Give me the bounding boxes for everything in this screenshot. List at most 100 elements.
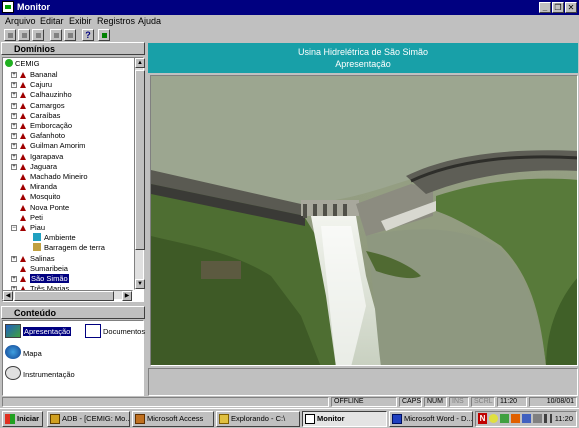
tree-item[interactable]: Peti xyxy=(20,213,43,223)
menu-registros[interactable]: Registros xyxy=(97,16,135,26)
tree-vertical-scrollbar[interactable]: ▲ ▼ xyxy=(134,57,145,290)
volume-icon[interactable] xyxy=(544,414,552,423)
tree-root-label: CEMIG xyxy=(15,59,40,68)
save-icon[interactable] xyxy=(64,29,76,41)
expand-icon[interactable]: + xyxy=(11,102,17,109)
tree-item[interactable]: Nova Ponte xyxy=(20,203,69,213)
tray-app4-icon[interactable] xyxy=(533,414,542,423)
plant-marker-icon xyxy=(20,112,26,119)
database-icon xyxy=(50,414,60,424)
tree-item-label: Guilman Amorim xyxy=(30,141,86,151)
tree-item-label: São Simão xyxy=(30,274,69,283)
tray-app-icon[interactable] xyxy=(489,414,498,423)
content-item-mapa[interactable]: Mapa xyxy=(5,345,65,361)
content-item-label: Apresentação xyxy=(23,327,72,336)
expand-icon[interactable]: + xyxy=(11,123,17,129)
expand-icon[interactable]: + xyxy=(11,255,17,262)
status-bar: OFFLINE CAPS NUM INS SCRL 11:20 10/08/01 xyxy=(0,396,579,408)
domains-tree[interactable]: CEMIG + Bananal + Cajuru + Calhauzinho + Camarg… xyxy=(2,57,144,302)
tree-item[interactable]: Mosquito xyxy=(20,192,60,202)
task-access[interactable]: Microsoft Access xyxy=(132,411,214,427)
scroll-left-icon[interactable]: ◀ xyxy=(3,291,13,301)
paste-icon[interactable] xyxy=(32,29,44,41)
dam-photo xyxy=(150,75,578,366)
expand-icon[interactable]: + xyxy=(11,143,17,150)
menu-exibir[interactable]: Exibir xyxy=(69,16,92,26)
tree-item[interactable]: − Piau xyxy=(11,223,45,233)
system-tray: N 11:20 xyxy=(475,411,577,427)
tree-item-label: Camargos xyxy=(30,100,65,110)
task-adb[interactable]: ADB - [CEMIG: Mo... xyxy=(47,411,130,427)
tree-item[interactable]: + Salinas xyxy=(11,254,55,264)
close-button[interactable]: ✕ xyxy=(565,2,577,13)
expand-icon[interactable]: + xyxy=(11,92,17,99)
tree-item-label: Caraíbas xyxy=(30,110,61,120)
status-date: 10/08/01 xyxy=(529,397,577,407)
tree-child-item[interactable]: Ambiente xyxy=(33,233,76,243)
scroll-thumb[interactable] xyxy=(135,70,145,250)
presentation-icon xyxy=(5,324,21,338)
expand-icon[interactable]: + xyxy=(11,72,17,78)
tree-item[interactable]: + Gafanhoto xyxy=(11,131,65,141)
main-title: Usina Hidrelétrica de São Simão xyxy=(297,47,429,57)
restore-button[interactable]: ❐ xyxy=(552,2,564,13)
task-explorer[interactable]: Explorando - C:\ xyxy=(216,411,300,427)
tree-item[interactable]: Sumaribeia xyxy=(20,264,68,274)
start-button[interactable]: Iniciar xyxy=(2,411,43,427)
open-icon[interactable] xyxy=(50,29,62,41)
tray-app2-icon[interactable] xyxy=(511,414,520,423)
copy-icon[interactable] xyxy=(18,29,30,41)
tree-item[interactable]: Machado Mineiro xyxy=(20,172,88,182)
cut-icon[interactable] xyxy=(4,29,16,41)
tree-item[interactable]: + Emborcação xyxy=(11,121,72,131)
tree-horizontal-scrollbar[interactable]: ◀ ▶ xyxy=(2,290,133,301)
menu-ajuda[interactable]: Ajuda xyxy=(138,16,161,26)
expand-icon[interactable]: + xyxy=(11,276,17,282)
task-monitor[interactable]: Monitor xyxy=(302,411,387,427)
tray-app3-icon[interactable] xyxy=(522,414,531,423)
access-icon xyxy=(135,414,145,424)
expand-icon[interactable]: + xyxy=(11,133,17,140)
expand-icon[interactable]: + xyxy=(11,163,17,170)
tree-item[interactable]: + Jaguara xyxy=(11,162,57,172)
tree-item[interactable]: + Guilman Amorim xyxy=(11,141,86,151)
expand-icon xyxy=(11,266,17,272)
tree-root[interactable]: CEMIG xyxy=(5,59,40,69)
content-item-instrumentacao[interactable]: Instrumentação xyxy=(5,366,85,382)
collapse-icon[interactable]: − xyxy=(11,225,17,231)
menu-arquivo[interactable]: Arquivo xyxy=(5,16,36,26)
tree-item[interactable]: + Calhauzinho xyxy=(11,90,72,100)
exit-icon[interactable] xyxy=(98,29,110,41)
task-label: Microsoft Word - D... xyxy=(404,414,473,423)
tree-item[interactable]: Miranda xyxy=(20,182,57,192)
contents-list[interactable]: Apresentação Documentos Mapa Instrumenta… xyxy=(2,320,145,396)
scroll-up-icon[interactable]: ▲ xyxy=(135,58,145,68)
menu-editar[interactable]: Editar xyxy=(40,16,64,26)
tree-item[interactable]: + Camargos xyxy=(11,100,65,111)
tree-child-item[interactable]: Barragem de terra xyxy=(33,243,105,253)
help-icon[interactable]: ? xyxy=(82,29,94,41)
tree-item[interactable]: + Bananal xyxy=(11,70,58,80)
monitor-app-icon[interactable] xyxy=(2,1,14,13)
expand-icon[interactable]: + xyxy=(11,153,17,160)
expand-icon[interactable]: + xyxy=(11,82,17,89)
tree-item[interactable]: + São Simão xyxy=(11,274,69,284)
tree-item-label: Igarapava xyxy=(30,151,64,161)
tree-item[interactable]: + Igarapava xyxy=(11,151,64,162)
task-word[interactable]: Microsoft Word - D... xyxy=(389,411,473,427)
content-item-documentos[interactable]: Documentos xyxy=(85,324,145,340)
tree-item[interactable]: + Cajuru xyxy=(11,80,52,90)
hscroll-thumb[interactable] xyxy=(14,291,114,301)
tree-item[interactable]: + Caraíbas xyxy=(11,110,61,121)
scroll-down-icon[interactable]: ▼ xyxy=(135,279,145,289)
expand-icon[interactable]: + xyxy=(11,112,17,119)
plant-marker-icon xyxy=(20,153,26,160)
tree-item-label: Nova Ponte xyxy=(30,202,70,212)
scroll-right-icon[interactable]: ▶ xyxy=(122,291,132,301)
norton-icon[interactable]: N xyxy=(478,413,487,424)
domains-header: Domínios xyxy=(1,42,145,55)
word-icon xyxy=(392,414,402,424)
minimize-button[interactable]: _ xyxy=(539,2,551,13)
tray-network-icon[interactable] xyxy=(500,414,509,423)
content-item-apresentacao[interactable]: Apresentação xyxy=(5,324,73,340)
